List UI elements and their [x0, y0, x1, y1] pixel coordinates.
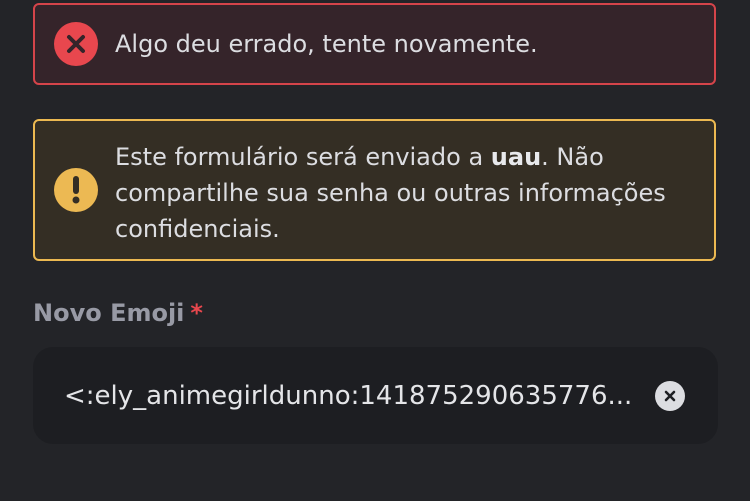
emoji-input-value[interactable]: <:ely_animegirldunno:141875290635776... — [64, 379, 634, 413]
emoji-input[interactable]: <:ely_animegirldunno:141875290635776... — [33, 347, 718, 444]
close-circle-icon — [54, 22, 98, 66]
error-message: Algo deu errado, tente novamente. — [115, 30, 538, 58]
clear-circle-icon — [664, 390, 676, 402]
clear-input-button[interactable] — [655, 381, 685, 411]
emoji-field-label: Novo Emoji * — [33, 296, 203, 330]
warning-message: Este formulário será enviado a uau. Não … — [115, 139, 694, 247]
exclamation-circle-icon — [54, 168, 98, 212]
warning-text-before: Este formulário será enviado a — [115, 143, 491, 171]
warning-alert: Este formulário será enviado a uau. Não … — [33, 119, 716, 261]
required-marker: * — [190, 299, 203, 327]
emoji-field-label-text: Novo Emoji — [33, 299, 185, 327]
error-alert: Algo deu errado, tente novamente. — [33, 3, 716, 85]
warning-app-name: uau — [490, 143, 542, 171]
modal-form: Algo deu errado, tente novamente. Este f… — [0, 0, 750, 501]
